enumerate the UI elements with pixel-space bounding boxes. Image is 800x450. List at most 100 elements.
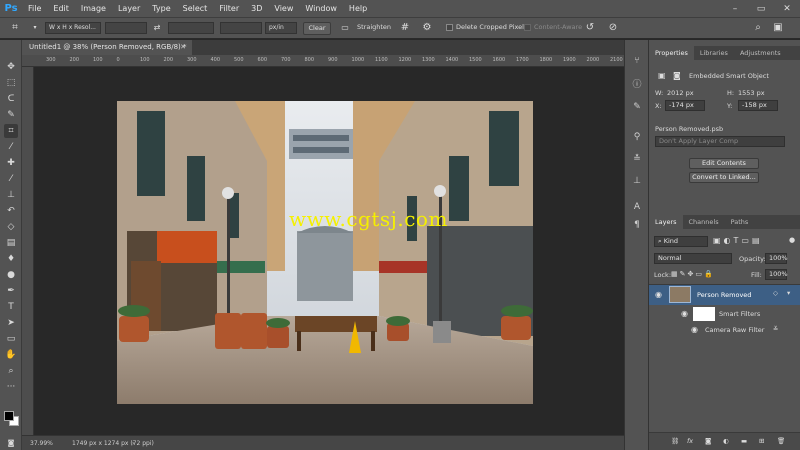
new-layer-icon[interactable]: ⊞ <box>759 437 764 445</box>
document-info[interactable]: 1749 px x 1274 px (72 ppi) <box>72 440 154 447</box>
layer-comp-select[interactable]: Don't Apply Layer Comp <box>655 136 785 147</box>
overlay-grid-icon[interactable]: # <box>398 21 412 35</box>
foreground-color-swatch[interactable] <box>4 411 14 421</box>
reset-icon[interactable]: ↺ <box>583 21 597 35</box>
resolution-unit-select[interactable]: px/in <box>265 22 297 34</box>
paragraph-icon[interactable]: ¶ <box>630 218 644 232</box>
shape-tool-icon[interactable]: ▭ <box>4 332 18 346</box>
menu-type[interactable]: Type <box>146 0 176 17</box>
marquee-tool-icon[interactable]: ⬚ <box>4 76 18 90</box>
document-tab[interactable]: Untitled1 @ 38% (Person Removed, RGB/8) … <box>22 40 192 55</box>
straighten-label[interactable]: Straighten <box>357 23 391 31</box>
menu-select[interactable]: Select <box>177 0 214 17</box>
lock-options-icons[interactable]: ▦✎✥▭🔒 <box>671 270 715 278</box>
chevron-down-icon[interactable]: ▾ <box>28 21 42 35</box>
fx-icon[interactable]: fx <box>687 437 693 445</box>
folder-icon[interactable]: ▬ <box>741 437 747 445</box>
menu-edit[interactable]: Edit <box>47 0 75 17</box>
layer-name[interactable]: Smart Filters <box>719 310 760 318</box>
crop-tool-icon[interactable]: ⌗ <box>8 21 22 35</box>
layer-name[interactable]: Camera Raw Filter <box>705 326 764 334</box>
visibility-eye-icon[interactable]: ◉ <box>681 309 688 318</box>
y-position-field[interactable]: -158 px <box>738 100 778 111</box>
more-tools-icon[interactable]: ··· <box>4 380 18 394</box>
zoom-tool-icon[interactable]: ⌕ <box>4 364 18 378</box>
blend-mode-select[interactable]: Normal <box>654 253 732 264</box>
trash-icon[interactable]: 🗑 <box>777 437 785 445</box>
menu-file[interactable]: File <box>22 0 47 17</box>
document-canvas[interactable]: www.cgtsj.com <box>117 101 533 404</box>
pen-tool-icon[interactable]: ✒ <box>4 284 18 298</box>
character-icon[interactable]: A <box>630 200 644 214</box>
convert-to-linked-button[interactable]: Convert to Linked... <box>689 172 759 183</box>
type-tool-icon[interactable]: T <box>4 300 18 314</box>
content-aware-checkbox[interactable] <box>524 24 531 31</box>
history-icon[interactable]: ⑂ <box>630 54 644 68</box>
chevron-down-icon[interactable]: ▾ <box>787 289 790 297</box>
tab-properties[interactable]: Properties <box>649 46 694 60</box>
zoom-level[interactable]: 37.99% <box>30 440 53 447</box>
dodge-tool-icon[interactable]: ● <box>4 268 18 282</box>
healing-brush-tool-icon[interactable]: ✚ <box>4 156 18 170</box>
menu-image[interactable]: Image <box>75 0 112 17</box>
move-tool-icon[interactable]: ✥ <box>4 60 18 74</box>
clear-button[interactable]: Clear <box>303 22 331 35</box>
gradient-tool-icon[interactable]: ▤ <box>4 236 18 250</box>
tab-channels[interactable]: Channels <box>683 215 725 229</box>
straighten-icon[interactable]: ▭ <box>338 21 352 35</box>
width-field[interactable] <box>105 22 147 34</box>
tab-paths[interactable]: Paths <box>725 215 755 229</box>
filter-options-icon[interactable]: ≚ <box>773 325 778 333</box>
layer-filter-select[interactable]: ⌕ Kind <box>654 236 708 247</box>
tab-libraries[interactable]: Libraries <box>694 46 734 60</box>
crop-tool-icon[interactable]: ⌗ <box>4 124 18 138</box>
resolution-field[interactable] <box>220 22 262 34</box>
height-value[interactable]: 1553 px <box>738 89 765 97</box>
menu-layer[interactable]: Layer <box>112 0 146 17</box>
add-mask-icon[interactable]: ◙ <box>705 437 711 445</box>
layer-filter-icons[interactable]: ▣◐T▭▤ <box>713 236 763 245</box>
tab-layers[interactable]: Layers <box>649 215 683 229</box>
minimize-button[interactable]: – <box>722 0 748 17</box>
adjustments-icon[interactable]: ≛ <box>630 152 644 166</box>
workspace-icon[interactable]: ▣ <box>771 21 785 35</box>
lasso-tool-icon[interactable]: ᑕ <box>4 92 18 106</box>
visibility-eye-icon[interactable]: ◉ <box>691 325 698 334</box>
close-button[interactable]: ✕ <box>774 0 800 17</box>
hand-tool-icon[interactable]: ✋ <box>4 348 18 362</box>
chevron-right-icon[interactable]: › <box>132 440 134 447</box>
menu-window[interactable]: Window <box>299 0 343 17</box>
quick-mask-icon[interactable]: ◙ <box>4 436 18 450</box>
clone-stamp-tool-icon[interactable]: ⊥ <box>4 188 18 202</box>
x-position-field[interactable]: -174 px <box>665 100 705 111</box>
menu-3d[interactable]: 3D <box>245 0 268 17</box>
visibility-eye-icon[interactable]: ◉ <box>655 290 662 299</box>
maximize-button[interactable]: ▭ <box>748 0 774 17</box>
quick-select-tool-icon[interactable]: ✎ <box>4 108 18 122</box>
layer-row-person-removed[interactable]: ◉ Person Removed ◇ ▾ <box>649 285 800 305</box>
layer-row-camera-raw-filter[interactable]: ◉ Camera Raw Filter ≚ <box>649 323 800 337</box>
tab-adjustments[interactable]: Adjustments <box>734 46 787 60</box>
clone-source-icon[interactable]: ⊥ <box>630 174 644 188</box>
brush-settings-icon[interactable]: ✎ <box>630 100 644 114</box>
horizontal-ruler[interactable]: 300 200 100 0 100 200 300 400 500 600 700 800 900 100… <box>22 55 624 67</box>
link-layers-icon[interactable]: ⛓ <box>671 437 679 445</box>
eyedropper-tool-icon[interactable]: ⁄ <box>4 140 18 154</box>
vertical-ruler[interactable] <box>22 67 34 435</box>
filter-mask-thumbnail[interactable] <box>693 307 715 321</box>
delete-cropped-checkbox[interactable] <box>446 24 453 31</box>
menu-view[interactable]: View <box>268 0 299 17</box>
gear-icon[interactable]: ⚙ <box>420 21 434 35</box>
tool-presets-icon[interactable]: ⚲ <box>630 130 644 144</box>
filter-toggle-icon[interactable]: ● <box>789 236 795 244</box>
width-value[interactable]: 2012 px <box>667 89 694 97</box>
history-brush-tool-icon[interactable]: ↶ <box>4 204 18 218</box>
layer-row-smart-filters[interactable]: ◉ Smart Filters <box>649 305 800 323</box>
adjustment-layer-icon[interactable]: ◐ <box>723 437 729 445</box>
fill-field[interactable]: 100% <box>765 269 788 280</box>
menu-help[interactable]: Help <box>343 0 373 17</box>
cancel-icon[interactable]: ⊘ <box>606 21 620 35</box>
blur-tool-icon[interactable]: ♦ <box>4 252 18 266</box>
edit-contents-button[interactable]: Edit Contents <box>689 158 759 169</box>
menu-filter[interactable]: Filter <box>213 0 245 17</box>
